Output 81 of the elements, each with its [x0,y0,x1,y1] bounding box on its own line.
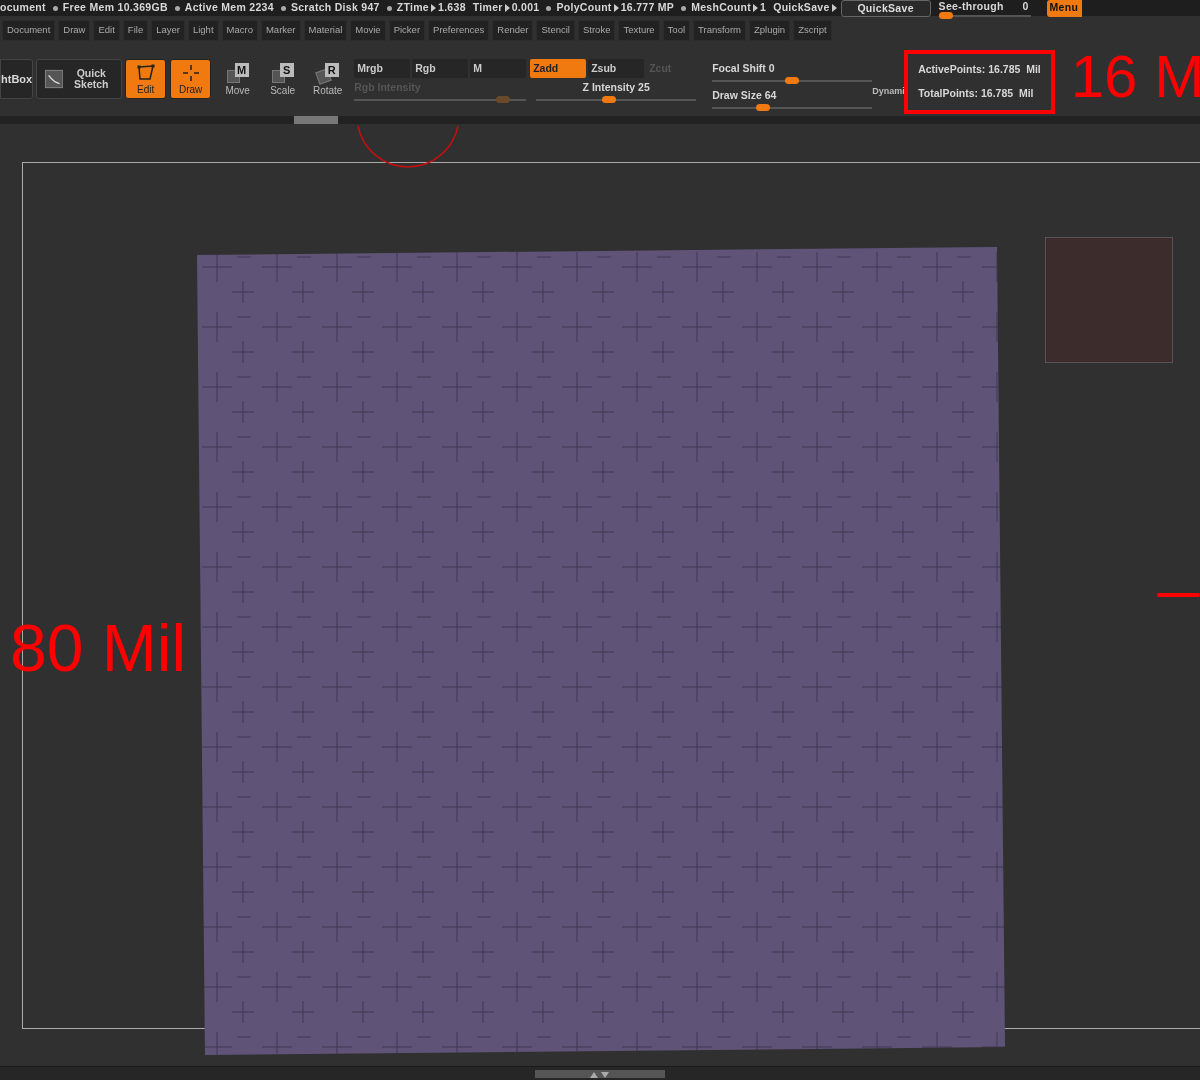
menu-item[interactable]: Preferences [428,20,490,41]
status-label: QuickSave [773,0,830,16]
menu-item[interactable]: Stencil [536,20,575,41]
play-arrow-icon [753,4,759,12]
slider-label: Focal Shift [712,62,766,74]
status-text: Scratch Disk 947 [290,0,380,16]
point-count-text: TotalPoints: 16.785 Mil [918,86,1035,101]
menu-item[interactable]: Draw [58,20,91,41]
menu-item[interactable]: Zscript [793,20,832,41]
menu-item[interactable]: Layer [151,20,185,41]
annotation-stroke [1157,593,1200,597]
color-mode-button[interactable]: Rgb [412,59,469,78]
slider-thumb[interactable] [755,103,770,111]
handwritten-note: 16 M [1070,45,1200,109]
play-arrow-icon [831,4,837,12]
status-text: Active Mem 2234 [184,0,274,16]
status-value: 1.638 [438,0,466,16]
lightbox-button[interactable]: htBox [0,59,34,99]
menu-button[interactable]: Menu [1046,0,1083,17]
slider-value: 0 [768,62,775,74]
status-text: ocument [0,0,46,16]
crosshair-icon [181,64,200,82]
slider-value: 0 [1022,0,1029,15]
pen-sketch-icon [45,69,64,89]
status-label: Timer [472,0,503,16]
color-mode-button[interactable]: Mrgb [354,59,411,78]
slider-label: See-through [938,0,1004,15]
menu-item[interactable]: Light [187,20,219,41]
up-down-arrows-icon [589,1069,611,1078]
shelf-handle[interactable] [535,1069,665,1078]
color-mode-button[interactable]: M [470,59,527,78]
play-arrow-icon [431,4,436,12]
menu-item[interactable]: Transform [693,20,746,41]
bullet-icon [280,5,286,11]
bullet-icon [546,5,552,11]
menu-item[interactable]: Stroke [578,20,616,41]
quicksave-button[interactable]: QuickSave [840,0,931,17]
slider-thumb[interactable] [785,76,800,84]
menu-item[interactable]: File [122,20,149,41]
menu-item[interactable]: Tool [662,20,691,41]
status-text: Free Mem 10.369GB [62,0,168,16]
mode-button[interactable]: R Rotate [307,59,349,99]
status-value: 16.777 MP [620,0,675,16]
menu-item[interactable]: Picker [388,20,426,41]
scrollbar-thumb[interactable] [294,116,338,124]
menu-item[interactable]: Texture [618,20,660,41]
mode-button[interactable]: S Scale [262,59,304,99]
status-value: 1 [760,0,767,16]
bullet-icon [52,5,58,11]
point-count-text: ActivePoints: 16.785 Mil [918,62,1041,78]
play-arrow-icon [613,4,619,12]
bullet-icon [386,5,392,11]
menu-item[interactable]: Document [2,20,56,41]
menu-item[interactable]: Render [492,20,534,41]
z-mode-button[interactable]: Zadd [530,59,587,78]
menu-item[interactable]: Zplugin [749,20,791,41]
status-label: PolyCount [556,0,612,16]
slider-label: Draw Size [712,88,762,101]
menu-item[interactable]: Macro [221,20,258,41]
status-label: MeshCount [691,0,752,16]
mode-button[interactable]: M Move [217,59,259,99]
z-mode-button[interactable]: Zsub [588,59,645,78]
status-value: 0.001 [511,0,540,16]
menu-item[interactable]: Material [303,20,348,41]
quick-sketch-button[interactable]: Quick Sketch [36,59,123,99]
menu-item[interactable]: Movie [350,20,386,41]
edit-frame-icon [135,64,156,82]
slider-thumb[interactable] [938,11,953,19]
bullet-icon [174,5,180,11]
mode-button[interactable]: Edit [125,59,167,99]
mode-button[interactable]: Draw [170,59,212,99]
menu-item[interactable]: Edit [93,20,120,41]
slider-thumb[interactable] [601,95,616,103]
status-label: ZTime [396,0,429,16]
play-arrow-icon [504,4,510,12]
bullet-icon [681,5,687,11]
menu-item[interactable]: Marker [260,20,301,41]
slider-value: 64 [764,88,777,101]
dynamic-label: Dynami [872,85,905,98]
slider-value: 25 [638,81,650,93]
slider-label: Z Intensity [582,81,636,93]
